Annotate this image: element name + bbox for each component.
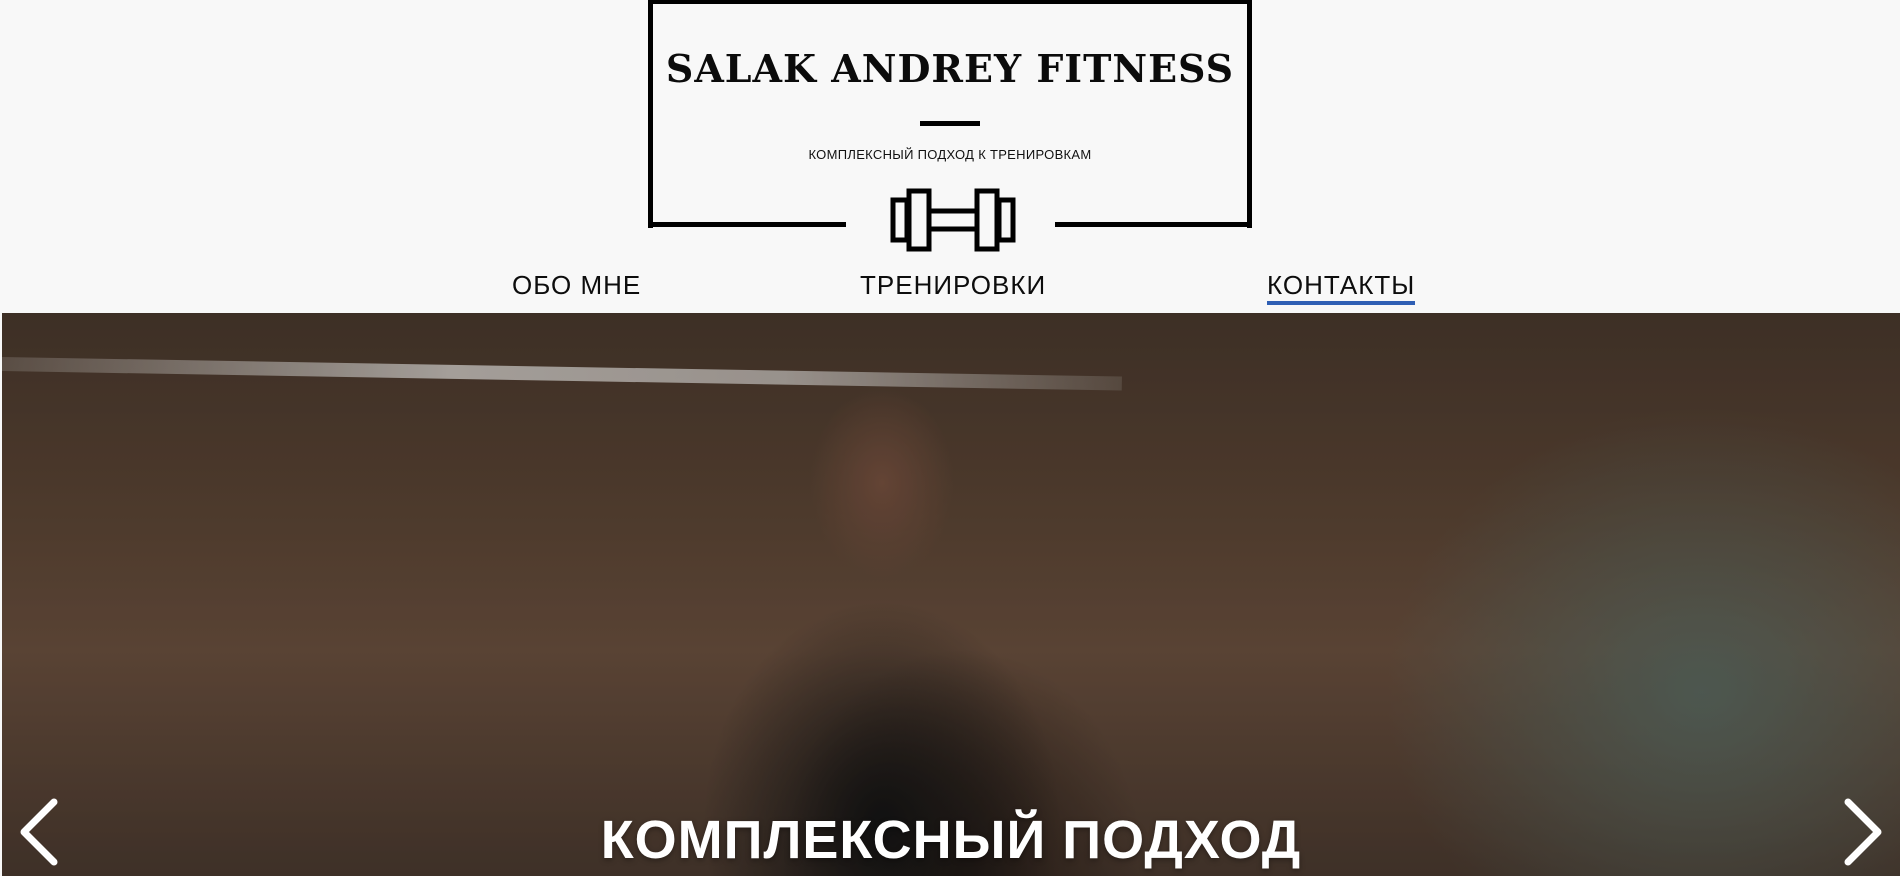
title-divider bbox=[920, 121, 980, 126]
logo-frame-bottom-left bbox=[648, 222, 846, 227]
nav-item-about[interactable]: ОБО МНЕ bbox=[512, 270, 641, 301]
dumbbell-icon bbox=[890, 188, 1016, 252]
hero-slider: КОМПЛЕКСНЫЙ ПОДХОД bbox=[2, 313, 1900, 876]
nav-item-contacts[interactable]: КОНТАКТЫ bbox=[1267, 270, 1416, 305]
chevron-left-icon[interactable] bbox=[16, 797, 64, 867]
chevron-right-icon[interactable] bbox=[1838, 797, 1886, 867]
main-nav: ОБО МНЕ ТРЕНИРОВКИ КОНТАКТЫ bbox=[0, 270, 1900, 306]
nav-item-trainings[interactable]: ТРЕНИРОВКИ bbox=[860, 270, 1046, 301]
site-tagline: КОМПЛЕКСНЫЙ ПОДХОД К ТРЕНИРОВКАМ bbox=[808, 147, 1092, 162]
site-header: SALAK ANDREY FITNESS КОМПЛЕКСНЫЙ ПОДХОД … bbox=[0, 0, 1900, 312]
hero-heading: КОМПЛЕКСНЫЙ ПОДХОД bbox=[600, 810, 1302, 870]
site-title[interactable]: SALAK ANDREY FITNESS bbox=[648, 46, 1252, 91]
logo-frame-bottom-right bbox=[1055, 222, 1252, 227]
hero-overlay bbox=[2, 313, 1900, 876]
